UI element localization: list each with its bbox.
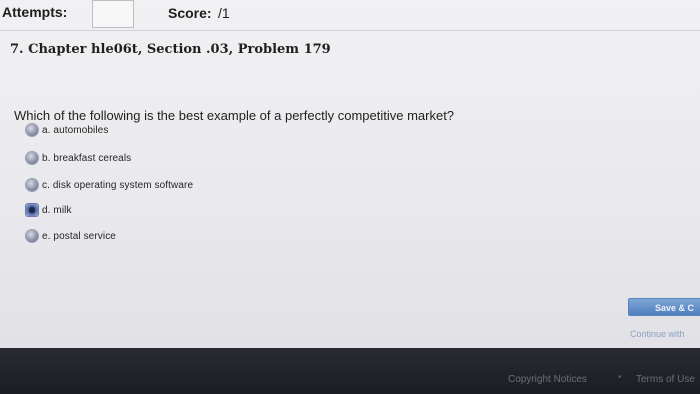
option-label: b. breakfast cereals [42, 152, 132, 164]
attempts-field [92, 0, 134, 28]
option-c[interactable]: c. disk operating system software [26, 176, 193, 194]
terms-link[interactable]: Terms of Use [636, 374, 695, 385]
score-label: Score: [168, 5, 212, 21]
header-divider [0, 30, 700, 31]
assignment-page: Attempts: Score: /1 7. Chapter hle06t, S… [0, 0, 700, 348]
radio-button[interactable] [26, 124, 38, 136]
option-b[interactable]: b. breakfast cereals [26, 149, 131, 167]
footer-bar: Copyright Notices • Terms of Use [0, 348, 700, 394]
option-d[interactable]: d. milk [26, 201, 72, 219]
radio-button[interactable] [26, 152, 38, 164]
option-label: a. automobiles [42, 124, 109, 136]
save-continue-button[interactable]: Save & C [628, 298, 700, 316]
copyright-link[interactable]: Copyright Notices [508, 374, 587, 385]
problem-title: 7. Chapter hle06t, Section .03, Problem … [10, 42, 331, 57]
radio-button-selected[interactable] [26, 204, 38, 216]
attempts-label: Attempts: [2, 4, 68, 20]
score-value: /1 [218, 5, 230, 21]
continue-link[interactable]: Continue with [630, 329, 685, 339]
option-a[interactable]: a. automobiles [26, 121, 108, 139]
option-label: e. postal service [42, 230, 116, 242]
option-e[interactable]: e. postal service [26, 227, 116, 245]
option-label: d. milk [42, 204, 72, 216]
radio-button[interactable] [26, 230, 38, 242]
radio-button[interactable] [26, 179, 38, 191]
footer-separator: • [618, 372, 622, 383]
option-label: c. disk operating system software [42, 179, 194, 191]
